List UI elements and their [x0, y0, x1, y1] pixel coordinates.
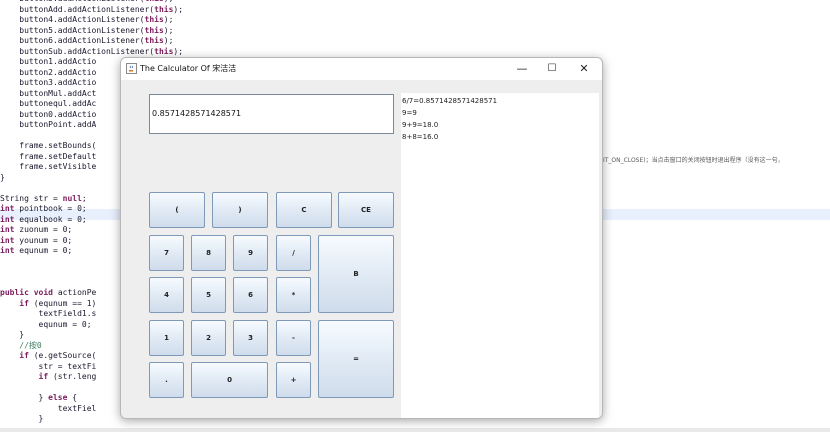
digit-0-label: 0: [227, 376, 232, 384]
digit-3-label: 3: [248, 334, 253, 342]
code-line: int equalbook = 0;: [0, 214, 87, 224]
digit-9-button[interactable]: 9: [233, 235, 268, 271]
code-line: textFiel: [0, 403, 97, 413]
code-line: }: [0, 330, 25, 339]
history-line: 6/7=0.8571428571428571: [402, 97, 498, 105]
code-line: buttonAdd.addActionListener(this);: [0, 4, 184, 14]
code-line: }: [0, 172, 5, 182]
display-field[interactable]: 0.8571428571428571: [149, 94, 394, 134]
history-line: 8+8=16.0: [402, 133, 439, 141]
code-line: button4.addActionListener(this);: [0, 15, 174, 24]
code-line: }: [0, 414, 44, 423]
history-line: 9+9=18.0: [402, 121, 439, 129]
code-line: button2.addActio: [0, 67, 97, 77]
window-title: The Calculator Of 宋洁洁: [140, 64, 237, 73]
window-titlebar[interactable]: The Calculator Of 宋洁洁 — ☐ ✕: [121, 58, 602, 80]
code-line: String str = null;: [0, 193, 87, 203]
code-line: if (str.leng: [38, 372, 97, 381]
code-line: int equnum = 0;: [0, 246, 73, 255]
digit-6-button[interactable]: 6: [233, 277, 268, 313]
digit-3-button[interactable]: 3: [233, 320, 268, 356]
digit-1-label: 1: [164, 334, 169, 342]
code-line: if (equnum == 1): [19, 298, 97, 308]
digit-4-label: 4: [164, 291, 169, 299]
code-line: frame.setDefault: [0, 151, 97, 161]
digit-5-label: 5: [206, 291, 211, 299]
digit-2-button[interactable]: 2: [191, 320, 226, 356]
digit-6-label: 6: [248, 291, 253, 299]
code-line: } else {: [0, 393, 78, 402]
digit-9-label: 9: [248, 249, 253, 257]
minimize-button[interactable]: —: [507, 58, 537, 80]
clear-label: C: [301, 206, 307, 214]
digit-4-button[interactable]: 4: [149, 277, 184, 313]
decimal-point-label: .: [165, 376, 168, 384]
close-button[interactable]: ✕: [569, 58, 599, 80]
code-line: button1.addActio: [0, 57, 97, 66]
digit-7-label: 7: [164, 249, 169, 257]
digit-7-button[interactable]: 7: [149, 235, 184, 271]
backspace-button[interactable]: B: [318, 235, 394, 313]
code-line: buttonMul.addAct: [0, 88, 97, 98]
history-panel[interactable]: 6/7=0.8571428571428571 9=9 9+9=18.0 8+8=…: [401, 93, 599, 418]
subtract-button[interactable]: -: [276, 320, 311, 356]
digit-8-button[interactable]: 8: [191, 235, 226, 271]
left-paren-label: (: [175, 206, 179, 214]
clear-entry-label: CE: [361, 206, 371, 214]
code-line: buttonequl.addAc: [0, 99, 97, 108]
digit-0-button[interactable]: 0: [191, 362, 268, 398]
multiply-label: *: [291, 291, 296, 299]
add-label: +: [290, 376, 297, 384]
code-line: buttonPoint.addA: [0, 120, 97, 129]
code-line: frame.setVisible: [0, 162, 97, 171]
right-paren-label: ): [238, 206, 242, 214]
decimal-point-button[interactable]: .: [149, 362, 184, 398]
digit-1-button[interactable]: 1: [149, 320, 184, 356]
calculator-client-area: 0.8571428571428571 6/7=0.857142857142857…: [121, 80, 602, 418]
clear-entry-button[interactable]: CE: [338, 192, 394, 228]
code-line: button5.addActionListener(this);: [0, 0, 173, 4]
clear-button[interactable]: C: [276, 192, 332, 228]
history-line: 9=9: [402, 109, 417, 117]
multiply-button[interactable]: *: [276, 277, 311, 313]
code-line: int zuonum = 0;: [0, 225, 73, 234]
java-cup-icon: [126, 63, 137, 74]
digit-2-label: 2: [206, 334, 211, 342]
left-paren-button[interactable]: (: [149, 192, 205, 228]
digit-8-label: 8: [206, 249, 211, 257]
divide-label: /: [292, 249, 295, 257]
code-line: if (e.getSource(: [19, 351, 97, 360]
code-line: button3.addActio: [0, 78, 97, 87]
horizontal-scrollbar[interactable]: [0, 428, 830, 432]
add-button[interactable]: +: [276, 362, 311, 398]
code-line: buttonSub.addActionListener(this);: [0, 46, 184, 56]
code-line: textField1.s: [0, 309, 97, 318]
code-line: frame.setBounds(: [0, 141, 97, 150]
backspace-label: B: [353, 270, 359, 278]
code-line: str = textFi: [0, 361, 97, 371]
code-line: //按0: [19, 340, 42, 350]
divide-button[interactable]: /: [276, 235, 311, 271]
digit-5-button[interactable]: 5: [191, 277, 226, 313]
code-line: public void actionPe: [0, 288, 97, 297]
code-line: button5.addActionListener(this);: [0, 25, 174, 35]
code-comment-overflow: IT_ON_CLOSE)；当点击窗口的关闭按钮时退出程序（没有这一句，: [603, 157, 784, 164]
code-line: int pointbook = 0;: [0, 204, 87, 213]
code-line: button6.addActionListener(this);: [0, 36, 174, 45]
right-paren-button[interactable]: ): [212, 192, 268, 228]
equals-label: =: [353, 355, 359, 363]
calculator-window: The Calculator Of 宋洁洁 — ☐ ✕ 0.8571428571…: [120, 57, 603, 419]
code-line: equnum = 0;: [0, 319, 92, 329]
code-line: button0.addActio: [0, 109, 97, 119]
code-line: int younum = 0;: [0, 235, 73, 245]
equals-button[interactable]: =: [318, 320, 394, 398]
subtract-label: -: [292, 334, 295, 342]
maximize-button[interactable]: ☐: [537, 58, 567, 80]
